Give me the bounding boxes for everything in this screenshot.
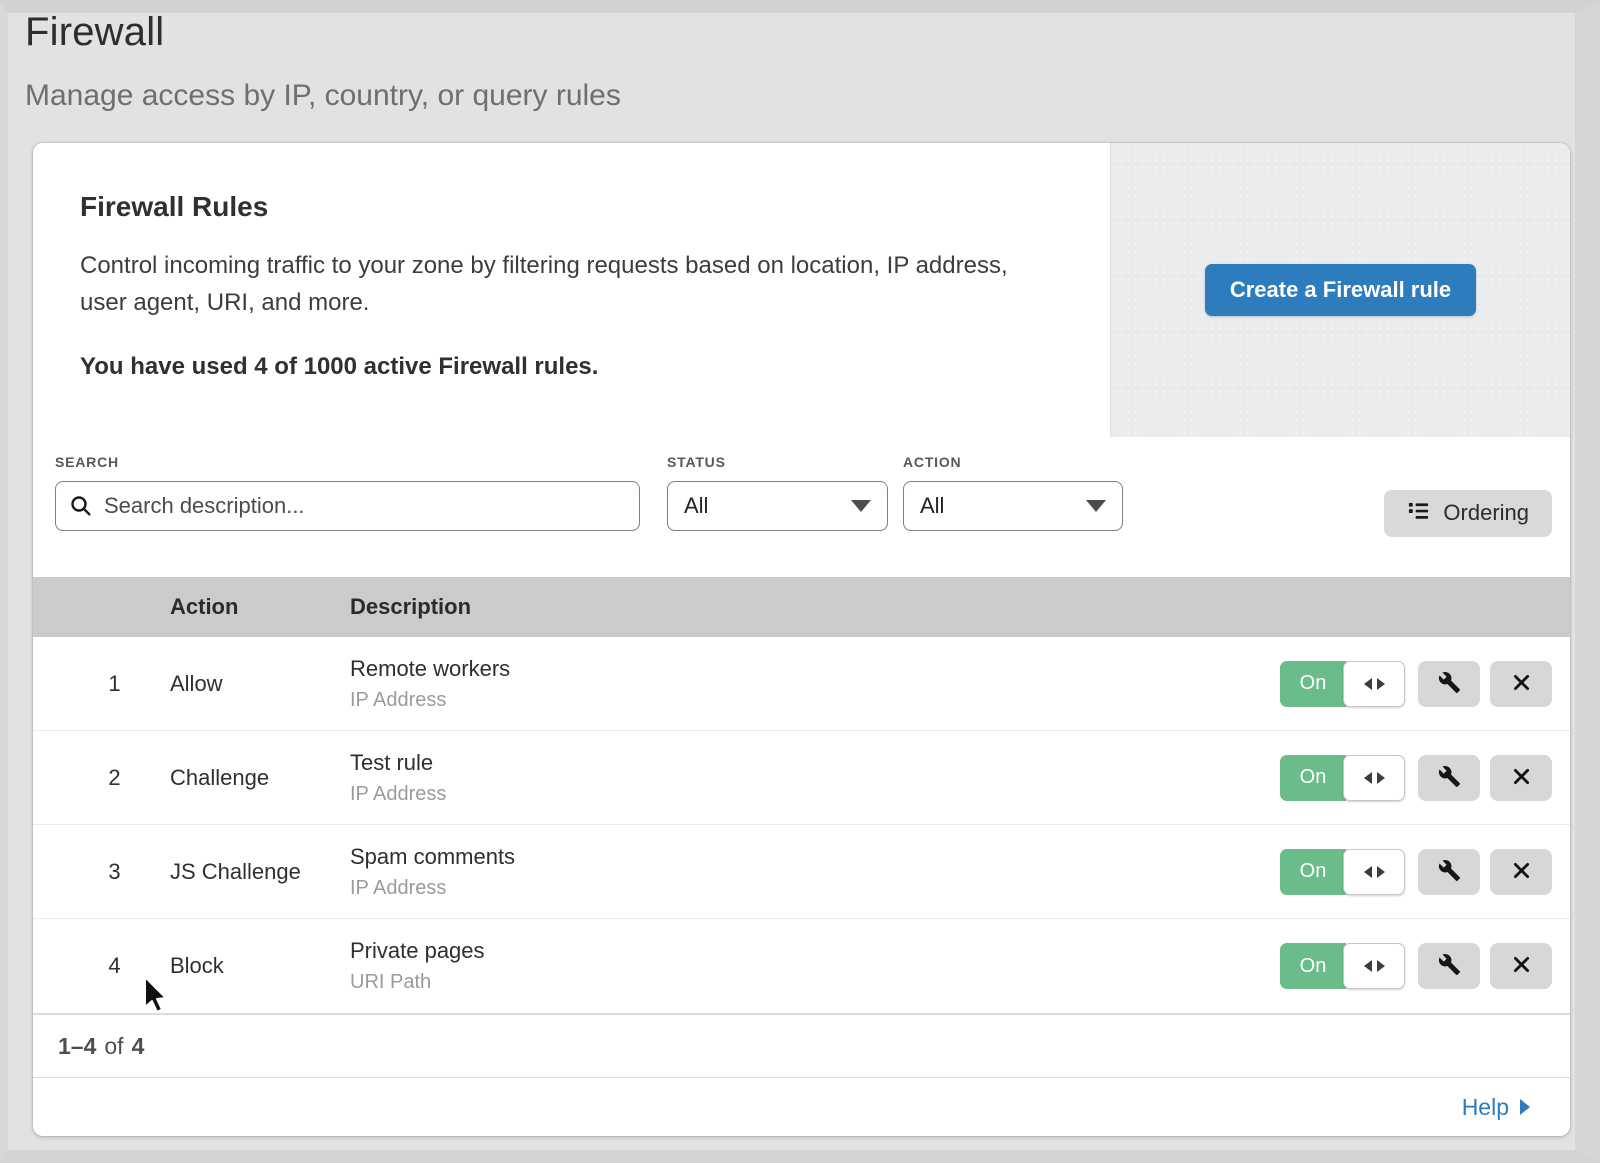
status-select[interactable]: All — [667, 481, 888, 531]
toggle-on-label: On — [1280, 755, 1346, 801]
card-footer: Help — [33, 1077, 1570, 1136]
rule-enabled-toggle[interactable]: On — [1280, 849, 1405, 895]
rule-priority: 2 — [33, 765, 170, 791]
edit-rule-button[interactable] — [1418, 849, 1480, 895]
edit-rule-button[interactable] — [1418, 755, 1480, 801]
action-select[interactable]: All — [903, 481, 1123, 531]
toggle-handle-arrows-icon — [1343, 755, 1405, 801]
rule-match-type: URI Path — [350, 971, 1280, 994]
toggle-handle-arrows-icon — [1343, 943, 1405, 989]
delete-rule-button[interactable] — [1490, 755, 1552, 801]
status-label: STATUS — [667, 454, 888, 470]
pagination-total: 4 — [132, 1033, 145, 1060]
rule-enabled-toggle[interactable]: On — [1280, 661, 1405, 707]
rule-controls: On — [1280, 755, 1570, 801]
delete-rule-button[interactable] — [1490, 661, 1552, 707]
create-rule-panel: Create a Firewall rule — [1110, 143, 1570, 437]
pagination-range: 1–4 — [58, 1033, 96, 1060]
search-box — [55, 481, 640, 531]
rule-priority: 3 — [33, 859, 170, 885]
action-select-value: All — [920, 493, 944, 519]
action-label: ACTION — [903, 454, 1123, 470]
rule-controls: On — [1280, 943, 1570, 989]
action-filter-group: ACTION All — [903, 454, 1123, 531]
page-title: Firewall — [25, 10, 621, 55]
card-intro-section: Firewall Rules Control incoming traffic … — [33, 143, 1570, 437]
rule-action: JS Challenge — [170, 859, 350, 885]
column-header-description: Description — [350, 594, 1570, 620]
close-icon — [1511, 954, 1532, 978]
wrench-icon — [1438, 765, 1461, 791]
rule-enabled-toggle[interactable]: On — [1280, 943, 1405, 989]
rule-match-type: IP Address — [350, 783, 1280, 806]
rule-description: Test rule — [350, 750, 1280, 776]
help-link[interactable]: Help — [1462, 1094, 1530, 1121]
chevron-down-icon — [851, 500, 871, 512]
status-select-value: All — [684, 493, 708, 519]
search-icon — [69, 494, 93, 523]
wrench-icon — [1438, 953, 1461, 979]
rule-description: Private pages — [350, 938, 1280, 964]
ordering-list-icon — [1407, 499, 1430, 528]
toggle-on-label: On — [1280, 661, 1346, 707]
triangle-right-icon — [1520, 1099, 1530, 1115]
rule-match-type: IP Address — [350, 689, 1280, 712]
status-filter-group: STATUS All — [667, 454, 888, 531]
close-icon — [1511, 860, 1532, 884]
rule-description: Spam comments — [350, 844, 1280, 870]
rule-match-type: IP Address — [350, 877, 1280, 900]
rule-description-cell: Spam comments IP Address — [350, 844, 1280, 900]
search-input[interactable] — [55, 481, 640, 531]
rule-description: Remote workers — [350, 656, 1280, 682]
toggle-handle-arrows-icon — [1343, 661, 1405, 707]
table-row: 2 Challenge Test rule IP Address On — [33, 731, 1570, 825]
rule-description-cell: Test rule IP Address — [350, 750, 1280, 806]
card-description: Control incoming traffic to your zone by… — [80, 247, 1025, 321]
table-row: 1 Allow Remote workers IP Address On — [33, 637, 1570, 731]
pagination-of: of — [104, 1033, 123, 1060]
ordering-button-label: Ordering — [1443, 500, 1529, 526]
table-row: 3 JS Challenge Spam comments IP Address … — [33, 825, 1570, 919]
page-subtitle: Manage access by IP, country, or query r… — [25, 79, 621, 113]
toggle-on-label: On — [1280, 943, 1346, 989]
wrench-icon — [1438, 671, 1461, 697]
page-header: Firewall Manage access by IP, country, o… — [25, 10, 621, 113]
table-header-row: Action Description — [33, 577, 1570, 637]
pagination-bar: 1–4 of 4 — [33, 1014, 1570, 1077]
mouse-cursor-icon — [143, 976, 173, 1021]
search-filter-group: SEARCH — [55, 454, 640, 531]
filters-bar: SEARCH STATUS All ACTION All — [33, 437, 1570, 578]
create-firewall-rule-button[interactable]: Create a Firewall rule — [1205, 264, 1476, 316]
usage-summary: You have used 4 of 1000 active Firewall … — [80, 353, 1050, 381]
delete-rule-button[interactable] — [1490, 849, 1552, 895]
toggle-on-label: On — [1280, 849, 1346, 895]
edit-rule-button[interactable] — [1418, 661, 1480, 707]
chevron-down-icon — [1086, 500, 1106, 512]
wrench-icon — [1438, 859, 1461, 885]
help-link-label: Help — [1462, 1094, 1509, 1121]
rule-priority: 1 — [33, 671, 170, 697]
rules-list: 1 Allow Remote workers IP Address On — [33, 637, 1570, 1014]
intro-text-block: Firewall Rules Control incoming traffic … — [33, 143, 1110, 437]
table-row: 4 Block Private pages URI Path On — [33, 919, 1570, 1013]
rule-action: Block — [170, 953, 350, 979]
close-icon — [1511, 766, 1532, 790]
rule-controls: On — [1280, 849, 1570, 895]
rule-action: Challenge — [170, 765, 350, 791]
edit-rule-button[interactable] — [1418, 943, 1480, 989]
rule-enabled-toggle[interactable]: On — [1280, 755, 1405, 801]
close-icon — [1511, 672, 1532, 696]
rule-description-cell: Private pages URI Path — [350, 938, 1280, 994]
firewall-rules-card: Firewall Rules Control incoming traffic … — [33, 143, 1570, 1136]
toggle-handle-arrows-icon — [1343, 849, 1405, 895]
search-label: SEARCH — [55, 454, 640, 470]
column-header-action: Action — [170, 594, 350, 620]
rule-controls: On — [1280, 661, 1570, 707]
rule-action: Allow — [170, 671, 350, 697]
card-heading: Firewall Rules — [80, 191, 1050, 223]
ordering-button[interactable]: Ordering — [1384, 490, 1552, 537]
rule-description-cell: Remote workers IP Address — [350, 656, 1280, 712]
delete-rule-button[interactable] — [1490, 943, 1552, 989]
